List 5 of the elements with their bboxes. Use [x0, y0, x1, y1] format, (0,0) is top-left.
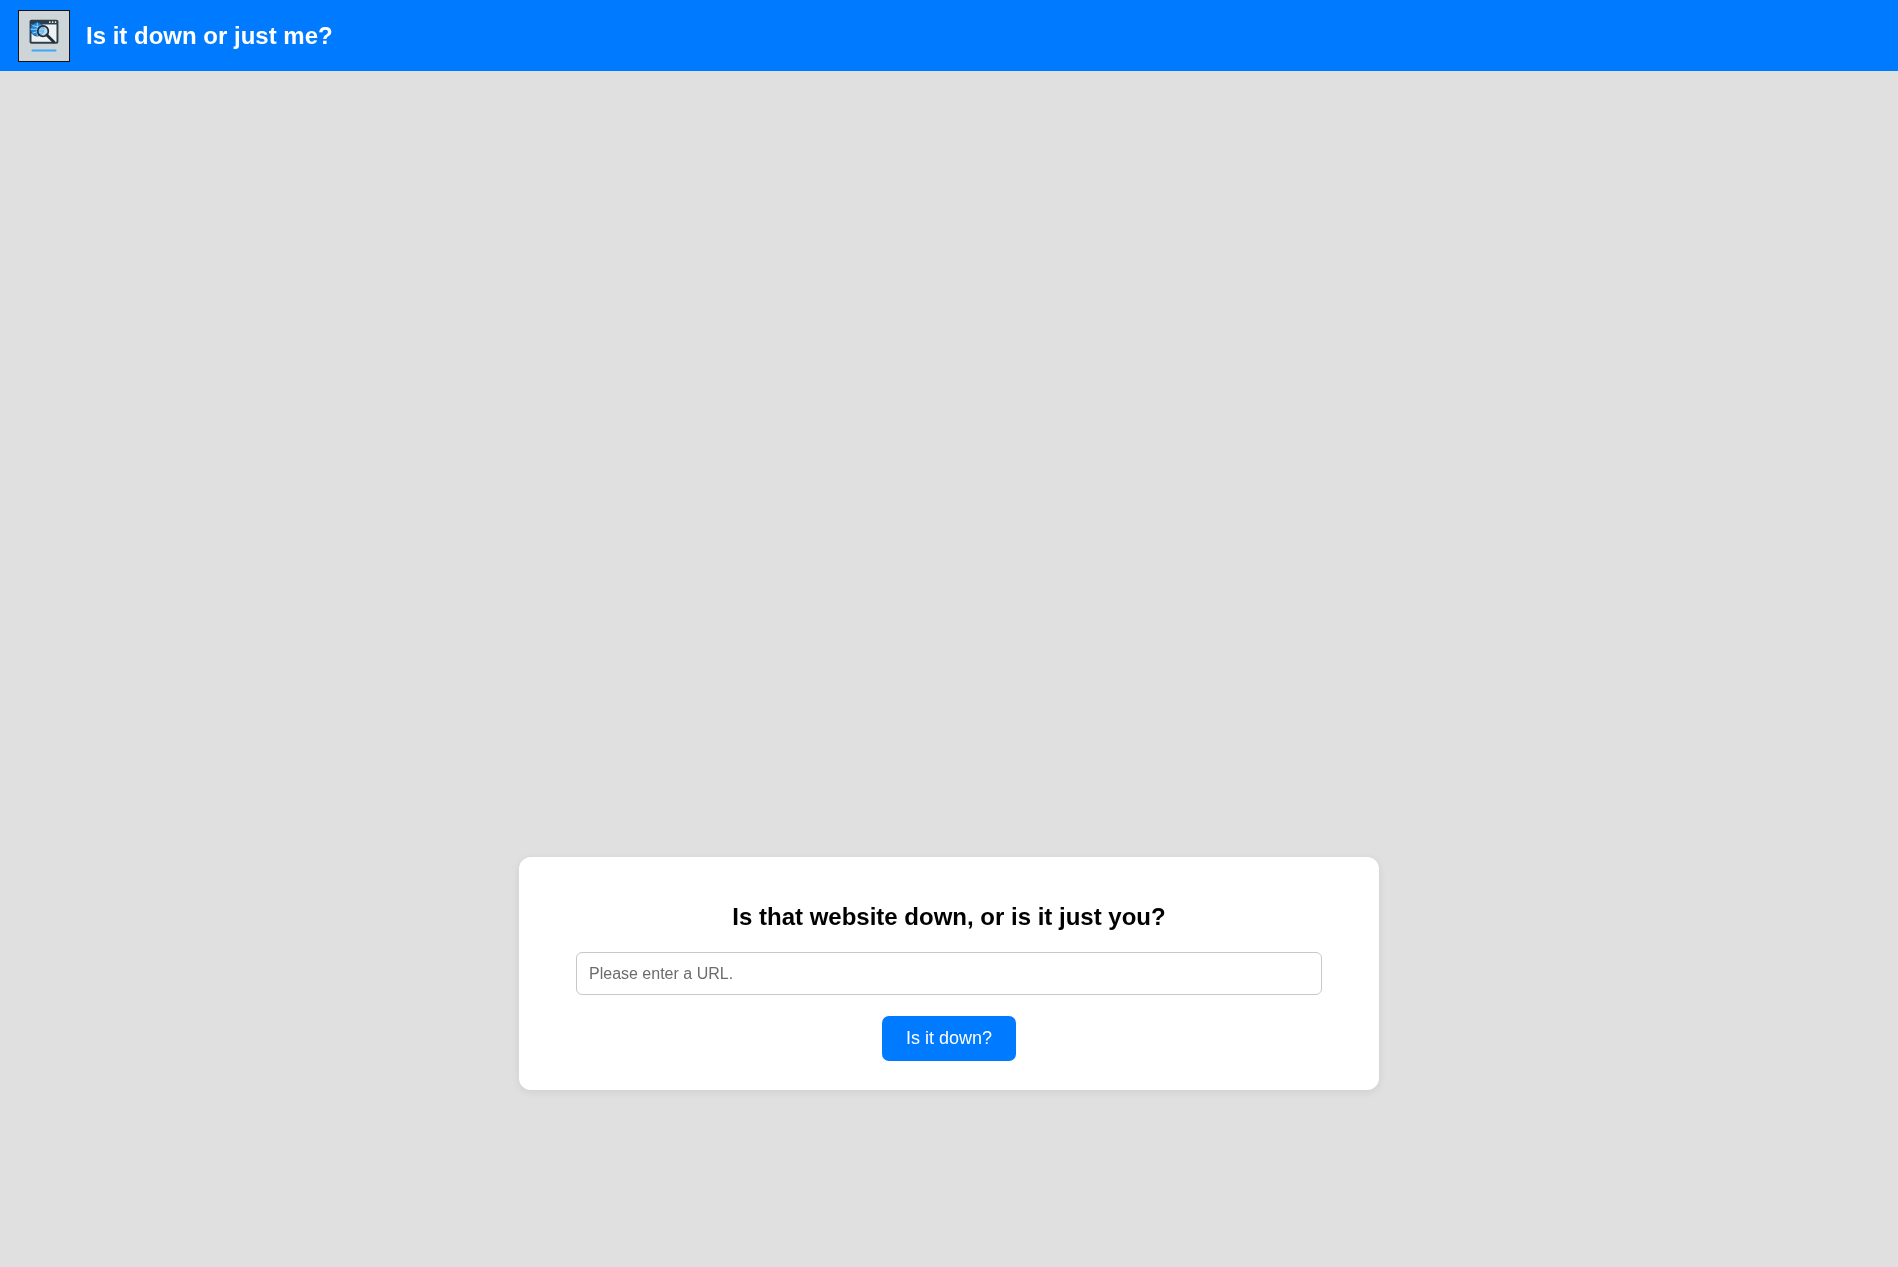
site-title: Is it down or just me?: [86, 21, 333, 50]
check-button[interactable]: Is it down?: [881, 1016, 1016, 1061]
browser-search-icon: [18, 9, 70, 62]
url-input-field[interactable]: Please enter a URL.: [576, 952, 1322, 995]
card-heading: Is that website down, or is it just you?: [732, 903, 1166, 931]
